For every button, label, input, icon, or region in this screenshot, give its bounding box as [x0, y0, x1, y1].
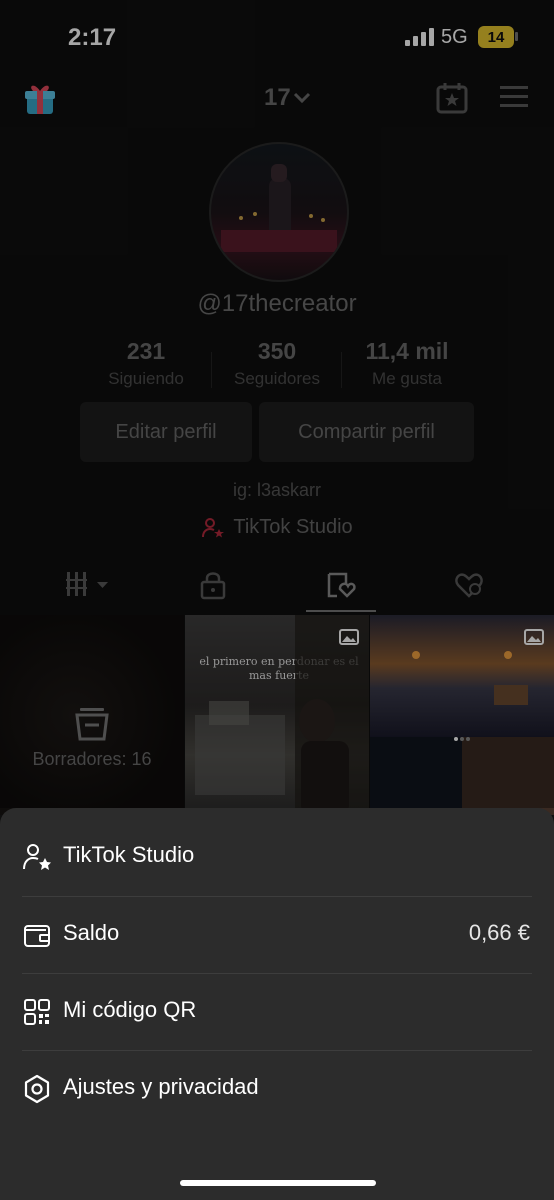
wallet-icon: [24, 925, 50, 947]
menu-item-label: TikTok Studio: [63, 842, 195, 867]
person-star-icon: [23, 844, 51, 870]
menu-item-balance[interactable]: Saldo 0,66 €: [0, 896, 554, 973]
menu-item-qr-code[interactable]: Mi código QR: [0, 973, 554, 1050]
home-indicator[interactable]: [180, 1180, 376, 1186]
balance-value: 0,66 €: [468, 920, 530, 945]
menu-item-label: Mi código QR: [63, 997, 197, 1022]
gear-icon: [24, 1074, 50, 1104]
modal-backdrop[interactable]: [0, 0, 554, 808]
menu-item-settings[interactable]: Ajustes y privacidad: [0, 1050, 554, 1127]
menu-item-tiktok-studio[interactable]: TikTok Studio: [0, 818, 554, 895]
menu-item-label: Ajustes y privacidad: [63, 1074, 259, 1099]
menu-item-label: Saldo: [63, 920, 120, 945]
qr-code-icon: [24, 999, 50, 1025]
profile-menu-sheet: TikTok Studio Saldo 0,66 € Mi código QR: [0, 808, 554, 1200]
